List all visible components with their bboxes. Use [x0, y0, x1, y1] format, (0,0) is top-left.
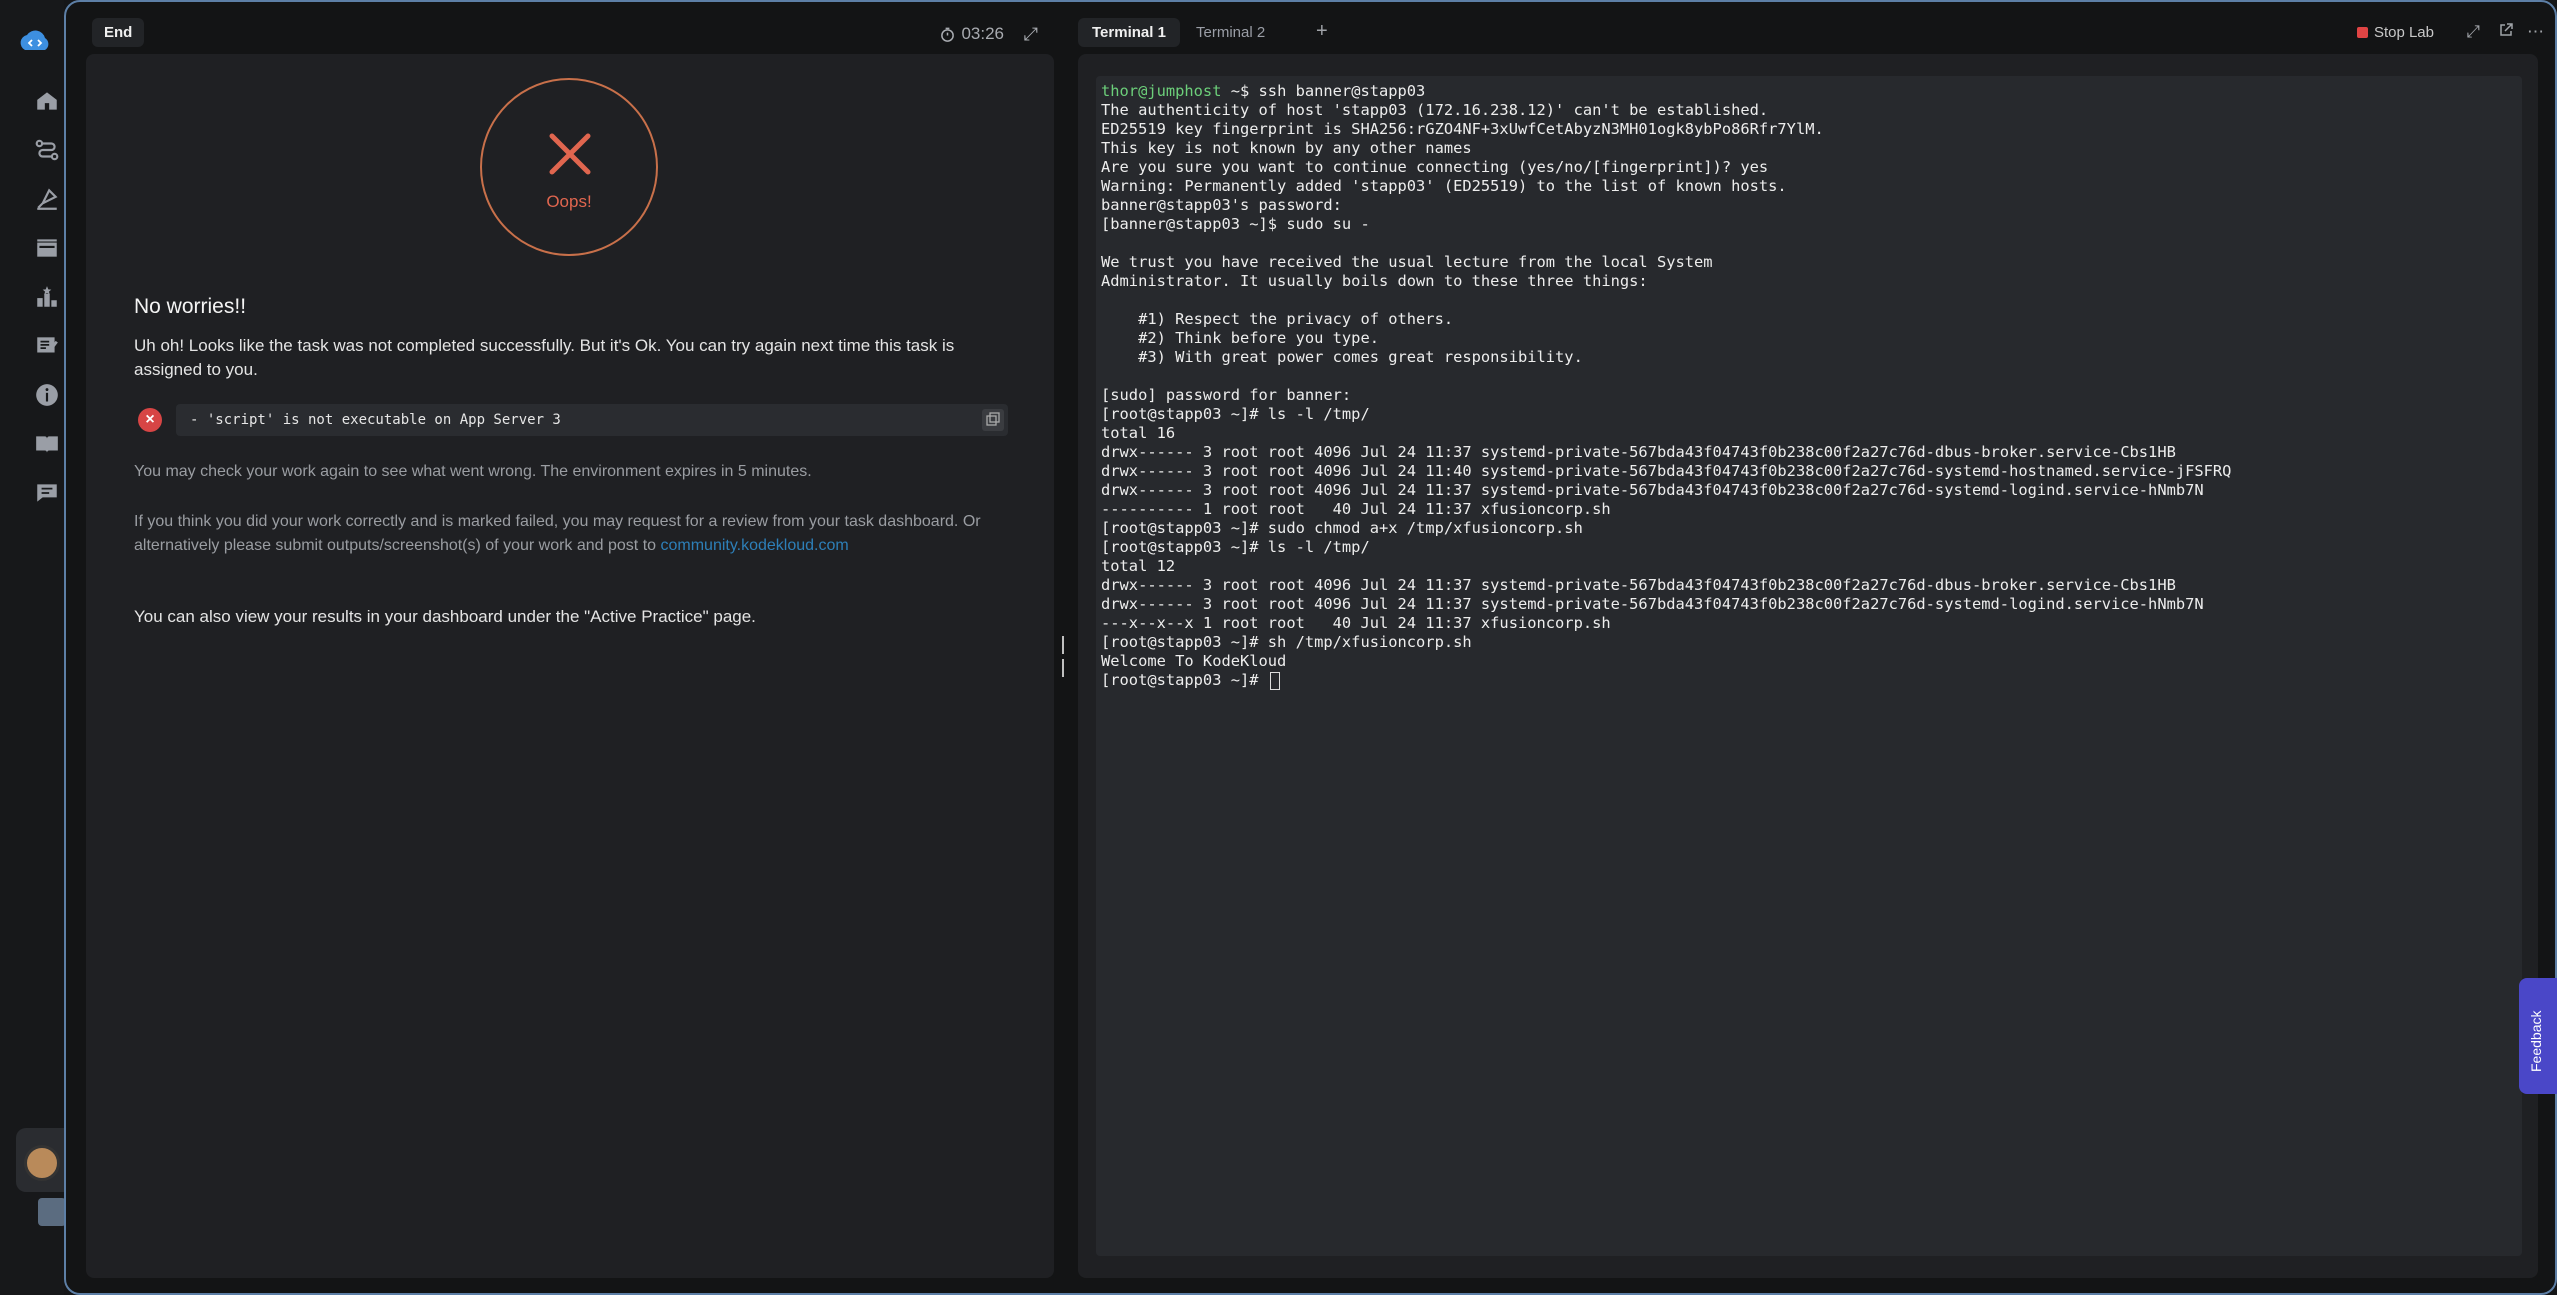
roadmap-icon[interactable]: [30, 133, 64, 167]
check-text: You may check your work again to see wha…: [134, 463, 812, 480]
labs-icon[interactable]: [30, 182, 64, 216]
review-body: If you think you did your work correctly…: [134, 513, 981, 554]
terminal-line: [root@stapp03 ~]# ls -l /tmp/: [1101, 405, 1370, 423]
terminal-panel: thor@jumphost ~$ ssh banner@stapp03 The …: [1078, 54, 2538, 1278]
resize-handle[interactable]: [1062, 636, 1068, 677]
home-icon[interactable]: [30, 84, 64, 118]
oops-badge: Oops!: [480, 78, 658, 256]
terminal[interactable]: thor@jumphost ~$ ssh banner@stapp03 The …: [1096, 76, 2522, 1256]
terminal-command: ~$ ssh banner@stapp03: [1221, 82, 1426, 100]
oops-label: Oops!: [546, 192, 592, 211]
terminal-line: Administrator. It usually boils down to …: [1101, 272, 1648, 290]
community-link[interactable]: community.kodekloud.com: [661, 537, 849, 554]
expand-icon[interactable]: ⤢: [2466, 22, 2480, 42]
terminal-prompt: [root@stapp03 ~]#: [1101, 671, 1268, 689]
leaderboard-icon[interactable]: [30, 280, 64, 314]
terminal-line: total 12: [1101, 557, 1176, 575]
close-icon: [549, 133, 591, 175]
info-icon[interactable]: [30, 378, 64, 412]
terminal-line: ---------- 1 root root 40 Jul 24 11:37 x…: [1101, 500, 1611, 518]
review-text: If you think you did your work correctly…: [134, 510, 1004, 558]
workspace-avatar[interactable]: [38, 1198, 66, 1226]
terminal-prompt: thor@jumphost: [1101, 82, 1222, 100]
terminal-line: #3) With great power comes great respons…: [1101, 348, 1583, 366]
terminal-line: drwx------ 3 root root 4096 Jul 24 11:37…: [1101, 443, 2176, 461]
terminal-line: Are you sure you want to continue connec…: [1101, 158, 1769, 176]
terminal-line: [sudo] password for banner:: [1101, 386, 1361, 404]
result-panel: Oops! No worries!! Uh oh! Looks like the…: [86, 54, 1054, 1278]
terminal-line: [root@stapp03 ~]# ls -l /tmp/: [1101, 538, 1370, 556]
terminal-line: Warning: Permanently added 'stapp03' (ED…: [1101, 177, 1787, 195]
result-title: No worries!!: [134, 295, 247, 318]
terminal-line: [banner@stapp03 ~]$ sudo su -: [1101, 215, 1370, 233]
tab-terminal-2[interactable]: Terminal 2: [1182, 18, 1279, 47]
terminal-line: total 16: [1101, 424, 1176, 442]
feedback-label: Feedback: [2528, 1010, 2544, 1072]
terminal-line: [root@stapp03 ~]# sh /tmp/xfusioncorp.sh: [1101, 633, 1472, 651]
stop-lab-button[interactable]: Stop Lab: [2356, 24, 2434, 41]
timer-value: 03:26: [961, 24, 1004, 43]
copy-icon[interactable]: [982, 409, 1004, 431]
terminal-cursor: [1269, 671, 1280, 690]
feedback-button[interactable]: Feedback: [2519, 978, 2557, 1094]
avatar[interactable]: [24, 1145, 60, 1181]
stop-icon: [2356, 27, 2368, 38]
more-icon[interactable]: ⋯: [2527, 22, 2544, 42]
terminal-line: ED25519 key fingerprint is SHA256:rGZO4N…: [1101, 120, 1824, 138]
terminal-line: drwx------ 3 root root 4096 Jul 24 11:37…: [1101, 576, 2176, 594]
terminal-header: Terminal 1 Terminal 2 + Stop Lab ⤢ ⋯: [1078, 14, 2548, 54]
docs-icon[interactable]: [30, 427, 64, 461]
error-message: - 'script' is not executable on App Serv…: [176, 404, 1008, 436]
terminal-line: thor@jumphost ~$ ssh banner@stapp03: [1101, 82, 2517, 101]
terminal-line: This key is not known by any other names: [1101, 139, 1472, 157]
open-external-icon[interactable]: [2498, 22, 2514, 43]
tab-end[interactable]: End: [92, 18, 145, 47]
left-panel-header: End 03:26 ⤢: [86, 14, 1054, 54]
chat-icon[interactable]: [30, 476, 64, 510]
terminal-line: #1) Respect the privacy of others.: [1101, 310, 1454, 328]
timer: 03:26: [940, 24, 1004, 44]
dashboard-text: You can also view your results in your d…: [134, 607, 756, 626]
terminal-line: drwx------ 3 root root 4096 Jul 24 11:37…: [1101, 595, 2204, 613]
terminal-line: ---x--x--x 1 root root 40 Jul 24 11:37 x…: [1101, 614, 1611, 632]
terminal-line: [root@stapp03 ~]#: [1101, 671, 2517, 690]
terminal-line: banner@stapp03's password:: [1101, 196, 1352, 214]
notes-icon[interactable]: [30, 329, 64, 363]
courses-icon[interactable]: [30, 231, 64, 265]
terminal-line: Welcome To KodeKloud: [1101, 652, 1287, 670]
add-tab-button[interactable]: +: [1316, 20, 1328, 43]
terminal-line: drwx------ 3 root root 4096 Jul 24 11:40…: [1101, 462, 2232, 480]
terminal-line: drwx------ 3 root root 4096 Jul 24 11:37…: [1101, 481, 2204, 499]
error-text: - 'script' is not executable on App Serv…: [190, 412, 561, 428]
error-icon: ×: [138, 408, 162, 432]
result-message: Uh oh! Looks like the task was not compl…: [134, 336, 955, 379]
terminal-line: We trust you have received the usual lec…: [1101, 253, 1713, 271]
sidebar: [0, 0, 66, 1295]
terminal-line: #2) Think before you type.: [1101, 329, 1379, 347]
terminal-line: The authenticity of host 'stapp03 (172.1…: [1101, 101, 1769, 119]
tab-terminal-1[interactable]: Terminal 1: [1078, 18, 1180, 47]
clock-icon: [941, 27, 955, 42]
stop-lab-label: Stop Lab: [2373, 24, 2434, 41]
expand-icon[interactable]: ⤢: [1024, 24, 1038, 45]
terminal-line: [root@stapp03 ~]# sudo chmod a+x /tmp/xf…: [1101, 519, 1583, 537]
kodekloud-logo-icon[interactable]: [15, 28, 55, 58]
